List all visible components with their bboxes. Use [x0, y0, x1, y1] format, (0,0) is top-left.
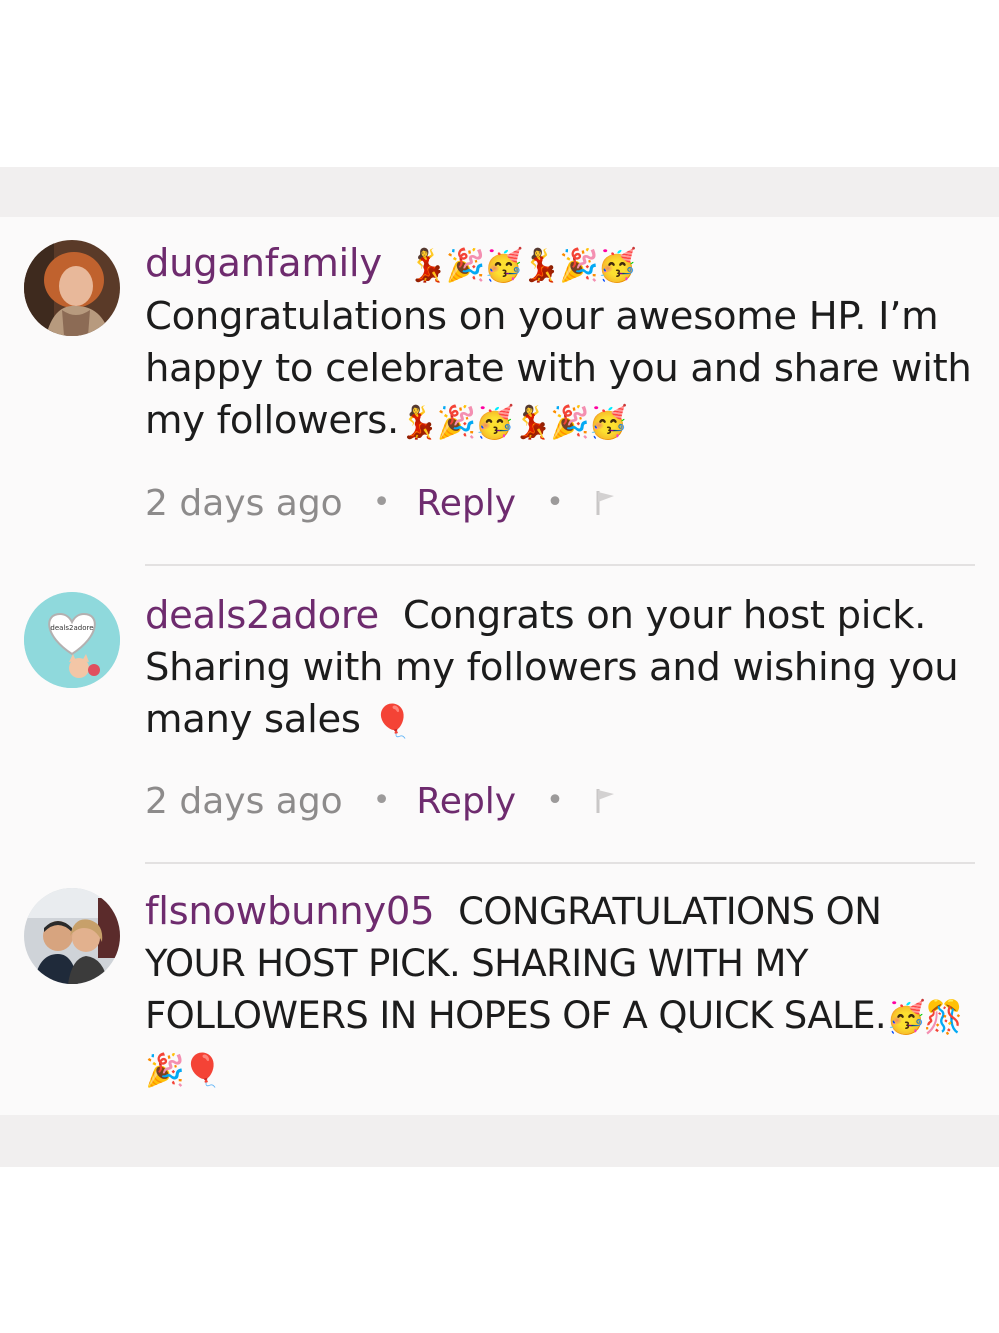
separator-dot: • [546, 783, 564, 818]
flag-icon[interactable] [594, 779, 618, 829]
username-link[interactable]: duganfamily [145, 241, 382, 286]
user-avatar[interactable] [24, 888, 120, 984]
comment-body: flsnowbunny05 CONGRATULATIONS ON YOUR HO… [145, 886, 975, 1096]
comment-body: deals2adore Congrats on your host pick. … [145, 590, 975, 747]
comment-emoji: 💃🎉🥳💃🎉🥳 [398, 403, 628, 441]
comment-meta: 2 days ago • Reply • [145, 776, 618, 826]
username-link[interactable]: deals2adore [145, 593, 379, 638]
reply-button[interactable]: Reply [416, 483, 516, 524]
separator-dot: • [372, 783, 391, 818]
comment-divider [145, 564, 975, 566]
bottom-band [0, 1115, 999, 1167]
user-photo-avatar-icon [24, 240, 120, 336]
couple-photo-avatar-icon [24, 888, 120, 984]
comment-meta: 2 days ago • Reply • [145, 478, 618, 528]
top-band [0, 167, 999, 217]
separator-dot: • [372, 485, 391, 520]
separator-dot: • [546, 485, 564, 520]
comment-emoji: 🎈 [372, 702, 413, 740]
username-link[interactable]: flsnowbunny05 [145, 889, 435, 934]
user-avatar[interactable] [24, 240, 120, 336]
timestamp: 2 days ago [145, 483, 343, 524]
user-avatar[interactable]: deals2adore [24, 592, 120, 688]
username-emoji: 💃🎉🥳💃🎉🥳 [407, 246, 637, 284]
flag-icon[interactable] [594, 481, 618, 531]
heart-logo-avatar-icon: deals2adore [24, 592, 120, 688]
comment-body: duganfamily 💃🎉🥳💃🎉🥳 Congratulations on yo… [145, 238, 975, 448]
avatar-logo-text: deals2adore [50, 624, 93, 632]
comment-divider [145, 862, 975, 864]
reply-button[interactable]: Reply [416, 781, 516, 822]
timestamp: 2 days ago [145, 781, 343, 822]
